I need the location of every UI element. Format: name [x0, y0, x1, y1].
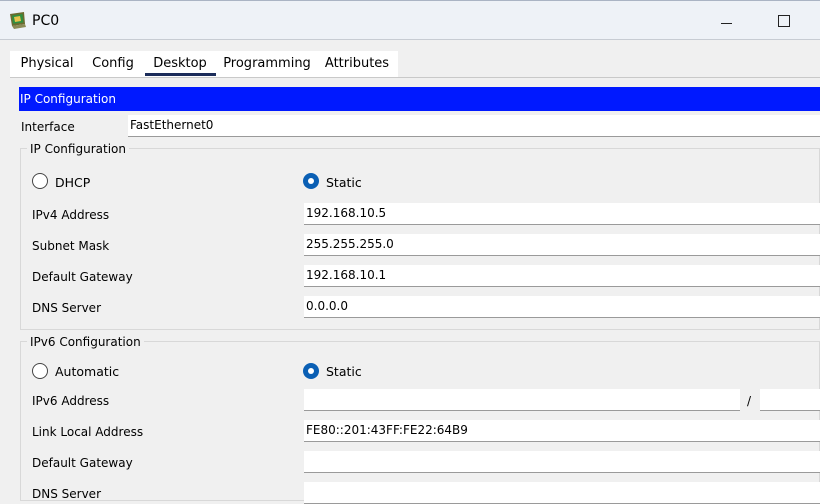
ipv4-address-label: IPv4 Address: [32, 208, 110, 222]
dhcp-radio[interactable]: [32, 173, 48, 189]
maximize-button[interactable]: [764, 7, 804, 35]
title-divider: [0, 39, 820, 40]
window-title: PC0: [32, 13, 60, 29]
title-bar: PC0: [0, 0, 820, 40]
dhcp-label: DHCP: [55, 175, 91, 190]
default-gateway-field[interactable]: 192.168.10.1: [304, 265, 820, 287]
interface-label: Interface: [21, 120, 75, 134]
ipv6-dns-field[interactable]: [304, 482, 820, 504]
ipv4-group-title: IP Configuration: [27, 141, 129, 157]
ipv4-static-label: Static: [326, 175, 362, 190]
maximize-icon: [778, 15, 790, 27]
computer-icon: [10, 12, 26, 29]
tab-attributes[interactable]: Attributes: [320, 51, 394, 77]
ipv6-dns-label: DNS Server: [32, 487, 101, 501]
ip-configuration-header: IP Configuration: [19, 87, 820, 111]
ipv6-static-label: Static: [326, 364, 362, 379]
tab-config[interactable]: Config: [88, 51, 138, 77]
subnet-mask-label: Subnet Mask: [32, 239, 110, 253]
automatic-label: Automatic: [55, 364, 120, 379]
active-tab-indicator: [145, 73, 216, 76]
default-gateway-label: Default Gateway: [32, 270, 133, 284]
subnet-mask-field[interactable]: 255.255.255.0: [304, 234, 820, 256]
ipv6-group-title: IPv6 Configuration: [27, 334, 144, 350]
tab-panel-divider: [10, 77, 820, 78]
ipv6-prefix-field[interactable]: [760, 389, 820, 411]
dns-server-field[interactable]: 0.0.0.0: [304, 296, 820, 318]
tab-programming[interactable]: Programming: [222, 51, 312, 77]
tab-physical[interactable]: Physical: [13, 51, 81, 77]
ipv6-address-field[interactable]: [304, 389, 740, 411]
ipv6-gateway-label: Default Gateway: [32, 456, 133, 470]
ipv4-address-field[interactable]: 192.168.10.5: [304, 203, 820, 225]
interface-field[interactable]: FastEthernet0: [128, 115, 820, 137]
link-local-field[interactable]: FE80::201:43FF:FE22:64B9: [304, 420, 820, 442]
link-local-label: Link Local Address: [32, 425, 144, 439]
automatic-radio[interactable]: [32, 363, 48, 379]
minimize-icon: [720, 22, 732, 24]
minimize-button[interactable]: [706, 7, 746, 35]
ipv6-gateway-field[interactable]: [304, 451, 820, 473]
ipv6-address-label: IPv6 Address: [32, 394, 110, 408]
dns-server-label: DNS Server: [32, 301, 101, 315]
prefix-separator: /: [747, 394, 752, 408]
ipv4-static-radio[interactable]: [303, 173, 319, 189]
ipv6-static-radio[interactable]: [303, 363, 319, 379]
